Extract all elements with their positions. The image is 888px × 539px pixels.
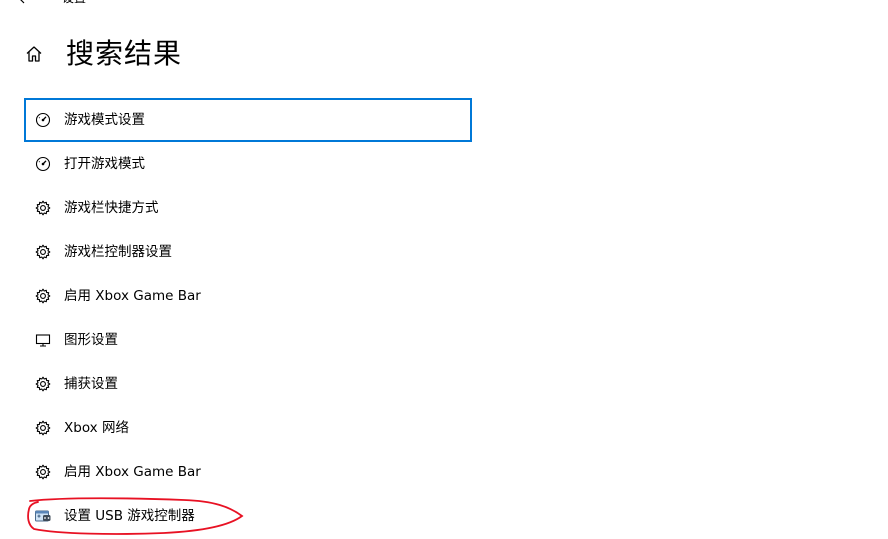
result-item-xbox-networking[interactable]: Xbox 网络: [24, 406, 472, 450]
result-label: 游戏栏控制器设置: [64, 244, 172, 260]
settings-window: 设置 搜索结果 游戏模式设置: [0, 0, 888, 539]
gear-icon: [34, 199, 52, 217]
window-title: 设置: [62, 0, 86, 8]
result-label: 游戏栏快捷方式: [64, 200, 159, 216]
result-item-graphics-settings[interactable]: 图形设置: [24, 318, 472, 362]
page-title: 搜索结果: [66, 37, 183, 70]
gear-icon: [34, 375, 52, 393]
result-item-game-bar-controller-settings[interactable]: 游戏栏控制器设置: [24, 230, 472, 274]
result-item-enable-xbox-game-bar-2[interactable]: 启用 Xbox Game Bar: [24, 450, 472, 494]
back-button[interactable]: [12, 0, 32, 8]
gauge-icon: [34, 111, 52, 129]
result-label: 启用 Xbox Game Bar: [64, 464, 201, 480]
result-item-enable-xbox-game-bar[interactable]: 启用 Xbox Game Bar: [24, 274, 472, 318]
result-label: 设置 USB 游戏控制器: [64, 508, 195, 524]
search-results-list: 游戏模式设置 打开游戏模式 游戏栏快捷方式 游戏栏控制器设置 启用 Xbox G…: [24, 98, 472, 538]
result-label: 启用 Xbox Game Bar: [64, 288, 201, 304]
result-label: 捕获设置: [64, 376, 118, 392]
result-item-usb-game-controllers[interactable]: 设置 USB 游戏控制器: [24, 494, 472, 538]
result-label: 图形设置: [64, 332, 118, 348]
result-label: 打开游戏模式: [64, 156, 145, 172]
gear-icon: [34, 287, 52, 305]
back-arrow-icon: [20, 0, 25, 4]
page-header: 搜索结果: [22, 34, 182, 74]
gear-icon: [34, 463, 52, 481]
game-controller-icon: [34, 507, 52, 525]
result-item-open-game-mode[interactable]: 打开游戏模式: [24, 142, 472, 186]
result-item-game-bar-shortcuts[interactable]: 游戏栏快捷方式: [24, 186, 472, 230]
result-item-capture-settings[interactable]: 捕获设置: [24, 362, 472, 406]
home-icon[interactable]: [22, 42, 46, 66]
result-label: 游戏模式设置: [64, 112, 145, 128]
gear-icon: [34, 243, 52, 261]
gauge-icon: [34, 155, 52, 173]
result-label: Xbox 网络: [64, 420, 129, 436]
monitor-icon: [34, 331, 52, 349]
title-bar: 设置: [0, 0, 200, 8]
gear-icon: [34, 419, 52, 437]
result-item-game-mode-settings[interactable]: 游戏模式设置: [24, 98, 472, 142]
